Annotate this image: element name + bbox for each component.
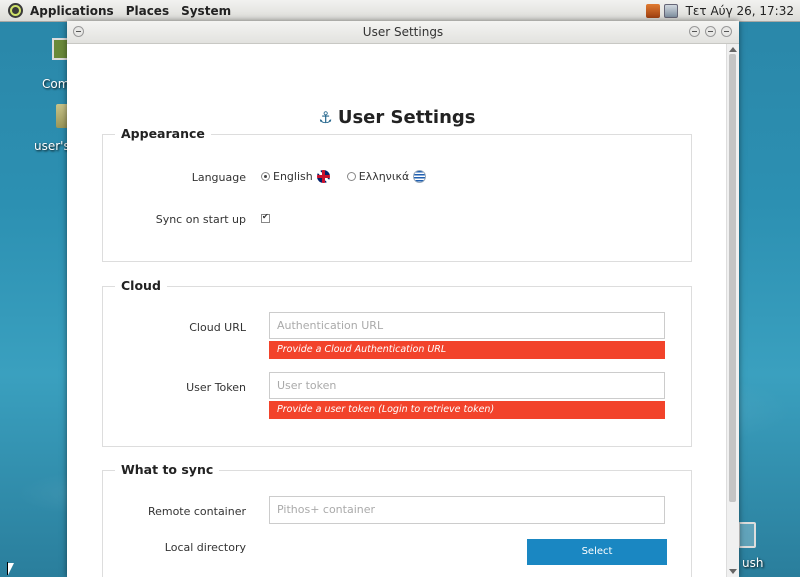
user-token-label: User Token [186,381,246,394]
menu-applications[interactable]: Applications [29,4,115,18]
user-token-error: Provide a user token (Login to retrieve … [269,401,665,419]
remote-container-input[interactable]: Pithos+ container [269,496,665,524]
distro-logo-icon[interactable] [8,3,23,18]
scrollbar[interactable] [726,44,739,577]
scroll-thumb[interactable] [729,54,736,502]
menu-places[interactable]: Places [125,4,170,18]
scroll-down-icon[interactable] [729,569,737,574]
sync-legend: What to sync [115,462,220,477]
cloud-url-input[interactable]: Authentication URL [269,312,665,339]
sync-section: What to sync Remote container Pithos+ co… [102,462,692,577]
trash-icon[interactable] [738,522,756,548]
language-options: English Ελληνικά [261,170,427,183]
clock[interactable]: Τετ Αύγ 26, 17:32 [686,4,794,18]
select-directory-button[interactable]: Select [527,539,667,565]
scroll-up-icon[interactable] [729,47,737,52]
remote-container-label: Remote container [147,505,246,518]
window-titlebar[interactable]: User Settings [67,21,739,44]
sync-startup-label: Sync on start up [155,213,246,226]
computer-label[interactable]: Com [42,77,69,91]
maximize-button[interactable] [705,26,716,37]
radio-greek-label[interactable]: Ελληνικά [359,170,410,183]
uk-flag-icon [316,170,330,183]
close-button[interactable] [721,26,732,37]
language-label: Language [191,171,246,184]
page-title-text: User Settings [337,107,476,128]
radio-greek[interactable] [346,172,356,181]
minimize-button[interactable] [689,26,700,37]
cloud-url-error: Provide a Cloud Authentication URL [269,341,665,359]
mouse-cursor-icon [7,562,14,575]
settings-window: User Settings ⚓ User Settings Appearance … [67,21,739,577]
greek-flag-icon [413,170,427,183]
window-title: User Settings [362,25,444,39]
menu-system[interactable]: System [180,4,232,18]
window-menu-button[interactable] [73,26,84,37]
appearance-legend: Appearance [115,126,211,141]
local-directory-label: Local directory [164,541,246,554]
cloud-url-label: Cloud URL [189,321,246,334]
anchor-icon: ⚓ [318,108,333,127]
system-tray: Τετ Αύγ 26, 17:32 [645,3,794,18]
top-panel: Applications Places System Τετ Αύγ 26, 1… [0,0,800,22]
home-folder-label[interactable]: user's [34,139,70,153]
appearance-section: Appearance Language English Ελληνικά Syn… [102,126,692,262]
user-token-input[interactable]: User token [269,372,665,399]
cloud-section: Cloud Cloud URL Authentication URL Provi… [102,278,692,447]
network-icon[interactable] [663,3,678,18]
radio-english-label[interactable]: English [273,170,313,183]
page-title: ⚓ User Settings [67,107,727,128]
update-notifier-icon[interactable] [645,3,660,18]
radio-english[interactable] [261,172,270,181]
window-content: ⚓ User Settings Appearance Language Engli… [67,44,727,577]
trash-label[interactable]: ush [742,556,763,570]
cloud-legend: Cloud [115,278,167,293]
sync-startup-checkbox[interactable] [261,212,270,223]
